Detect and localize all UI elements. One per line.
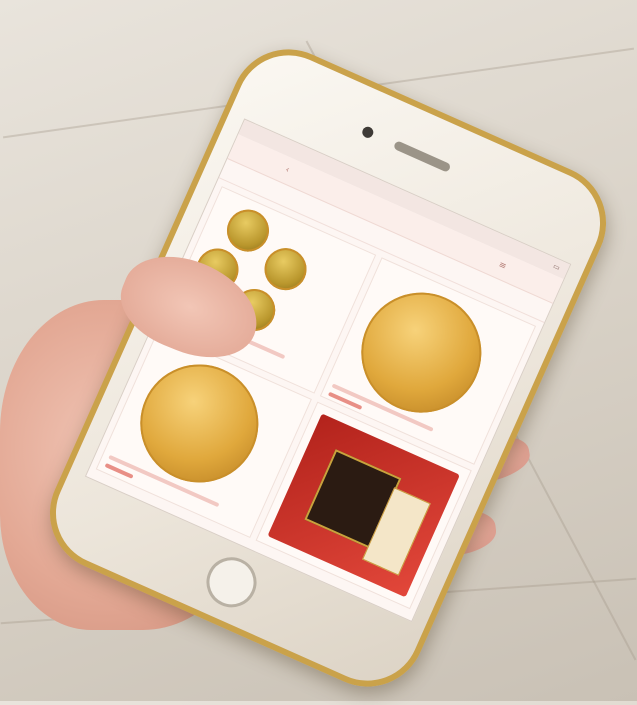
gold-coin-image	[342, 273, 501, 432]
back-icon[interactable]: ‹	[283, 165, 290, 176]
menu-icon[interactable]: ≡	[497, 260, 508, 272]
gold-coin-image	[121, 345, 278, 502]
battery-icon: ▭	[551, 262, 562, 273]
gold-coin-image	[257, 241, 314, 297]
gold-coin-image	[220, 202, 276, 259]
